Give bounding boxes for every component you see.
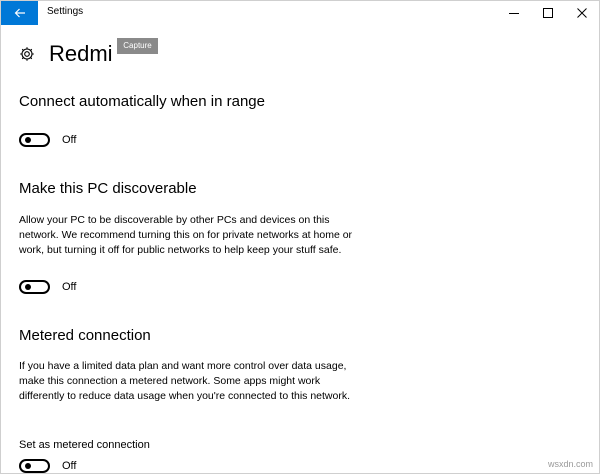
window-title: Settings bbox=[47, 6, 84, 17]
toggle-knob bbox=[25, 137, 31, 143]
capture-badge: Capture bbox=[117, 38, 158, 54]
metered-toggle-row: Off bbox=[19, 459, 76, 473]
title-bar: Settings bbox=[1, 1, 599, 25]
back-button[interactable] bbox=[1, 1, 38, 25]
minimize-icon bbox=[509, 13, 519, 14]
metered-connection-state: Off bbox=[62, 460, 77, 472]
maximize-button[interactable] bbox=[531, 1, 565, 25]
connect-automatically-toggle-row: Off bbox=[19, 133, 76, 147]
discoverable-state: Off bbox=[62, 281, 77, 293]
minimize-button[interactable] bbox=[497, 1, 531, 25]
close-icon bbox=[577, 8, 587, 18]
back-arrow-icon bbox=[14, 8, 25, 18]
settings-window: Settings Redmi Capture Connect automatic… bbox=[0, 0, 600, 474]
metered-connection-description: If you have a limited data plan and want… bbox=[19, 360, 351, 402]
connect-automatically-state: Off bbox=[62, 134, 77, 146]
maximize-icon bbox=[543, 8, 553, 18]
page-title: Redmi bbox=[49, 41, 113, 66]
discoverable-toggle[interactable] bbox=[19, 280, 50, 294]
toggle-knob bbox=[25, 284, 31, 290]
discoverable-toggle-row: Off bbox=[19, 280, 76, 294]
close-button[interactable] bbox=[565, 1, 599, 25]
connect-automatically-toggle[interactable] bbox=[19, 133, 50, 147]
toggle-knob bbox=[25, 463, 31, 469]
discoverable-title: Make this PC discoverable bbox=[19, 180, 197, 197]
discoverable-description: Allow your PC to be discoverable by othe… bbox=[19, 214, 353, 256]
connect-automatically-title: Connect automatically when in range bbox=[19, 93, 265, 110]
watermark: wsxdn.com bbox=[547, 459, 593, 469]
set-as-metered-label: Set as metered connection bbox=[19, 439, 150, 451]
metered-connection-title: Metered connection bbox=[19, 327, 151, 344]
metered-connection-toggle[interactable] bbox=[19, 459, 50, 473]
gear-icon bbox=[20, 47, 34, 61]
